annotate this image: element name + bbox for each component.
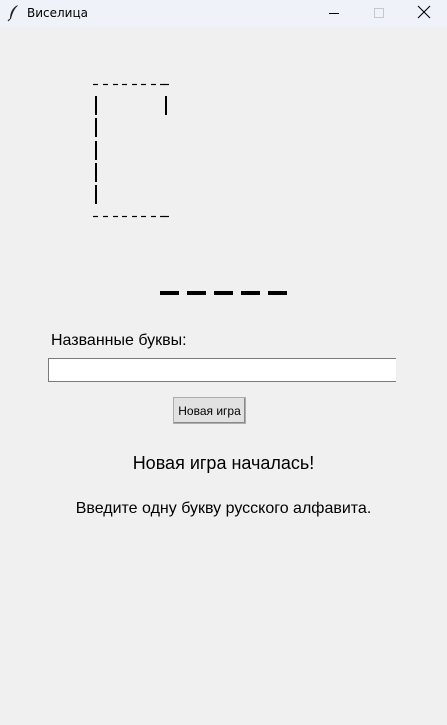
letter-slot [187, 291, 206, 295]
new-game-button[interactable]: Новая игра [173, 397, 246, 424]
letter-input[interactable] [48, 358, 396, 382]
gallows-drawing [93, 83, 169, 218]
app-window: Виселица Названные буквы: Новая игра Нов… [0, 0, 447, 725]
status-hint: Введите одну букву русского алфавита. [75, 500, 372, 517]
status-message: Новая игра началась! [132, 453, 315, 473]
named-letters-label: Названные буквы: [51, 332, 187, 349]
letter-slot [241, 291, 260, 295]
letter-slot [268, 291, 287, 295]
letter-slot [160, 291, 179, 295]
word-mask [160, 291, 287, 295]
letter-slot [214, 291, 233, 295]
